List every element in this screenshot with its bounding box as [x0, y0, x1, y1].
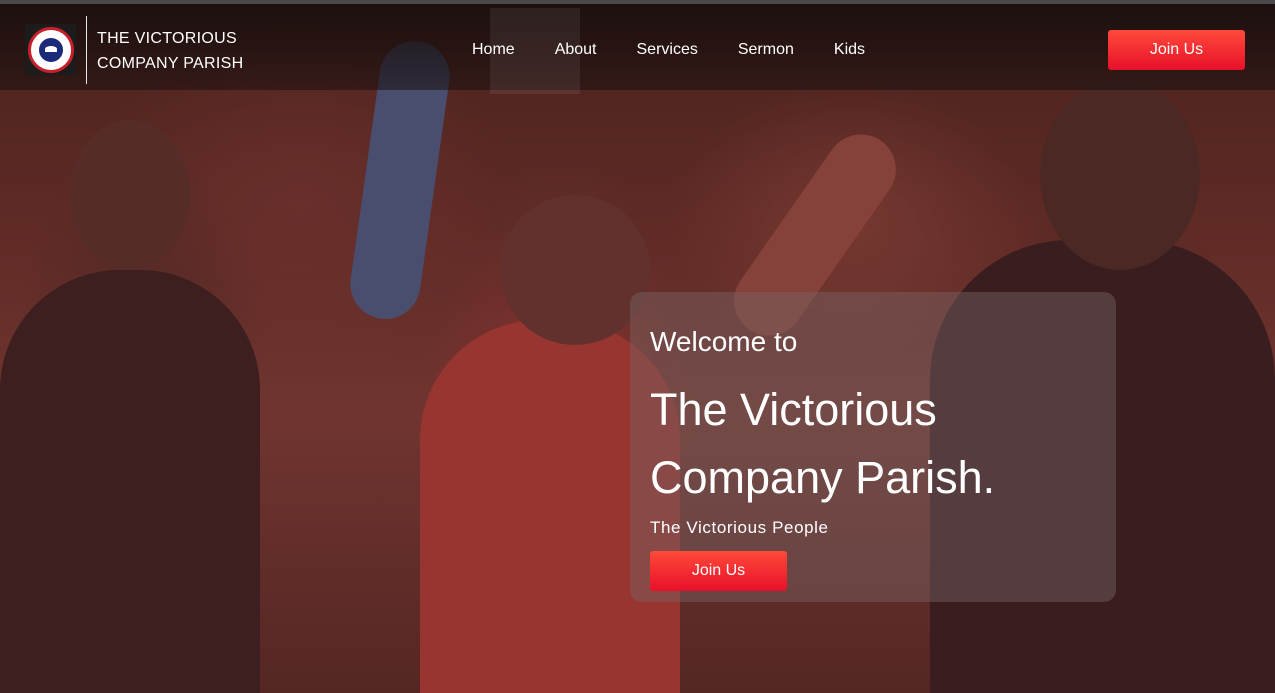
hero-title-line1: The Victorious	[650, 384, 937, 435]
brand-name-line1: THE VICTORIOUS	[97, 30, 237, 47]
hero-title: The Victorious Company Parish.	[650, 376, 995, 512]
top-navigation-bar: THE VICTORIOUS COMPANY PARISH Home About…	[0, 0, 1275, 94]
nav-item-about[interactable]: About	[535, 30, 617, 70]
brand-name[interactable]: THE VICTORIOUS COMPANY PARISH	[97, 26, 243, 76]
nav-item-services[interactable]: Services	[617, 30, 718, 70]
nav-join-us-button[interactable]: Join Us	[1108, 30, 1245, 70]
hero-tagline: The Victorious People	[650, 518, 829, 537]
nav-item-sermon[interactable]: Sermon	[718, 30, 814, 70]
brand-divider	[86, 16, 87, 84]
church-seal-icon[interactable]	[25, 24, 76, 75]
nav-item-kids[interactable]: Kids	[814, 30, 885, 70]
welcome-text: Welcome to	[650, 326, 798, 357]
brand-name-line2: COMPANY PARISH	[97, 55, 244, 72]
nav-item-home[interactable]: Home	[452, 30, 535, 70]
hero-title-line2: Company Parish.	[650, 452, 996, 503]
welcome-card: Welcome to The Victorious Company Parish…	[630, 292, 1116, 602]
main-menu: Home About Services Sermon Kids	[452, 30, 885, 70]
hero-join-us-button[interactable]: Join Us	[650, 551, 787, 591]
